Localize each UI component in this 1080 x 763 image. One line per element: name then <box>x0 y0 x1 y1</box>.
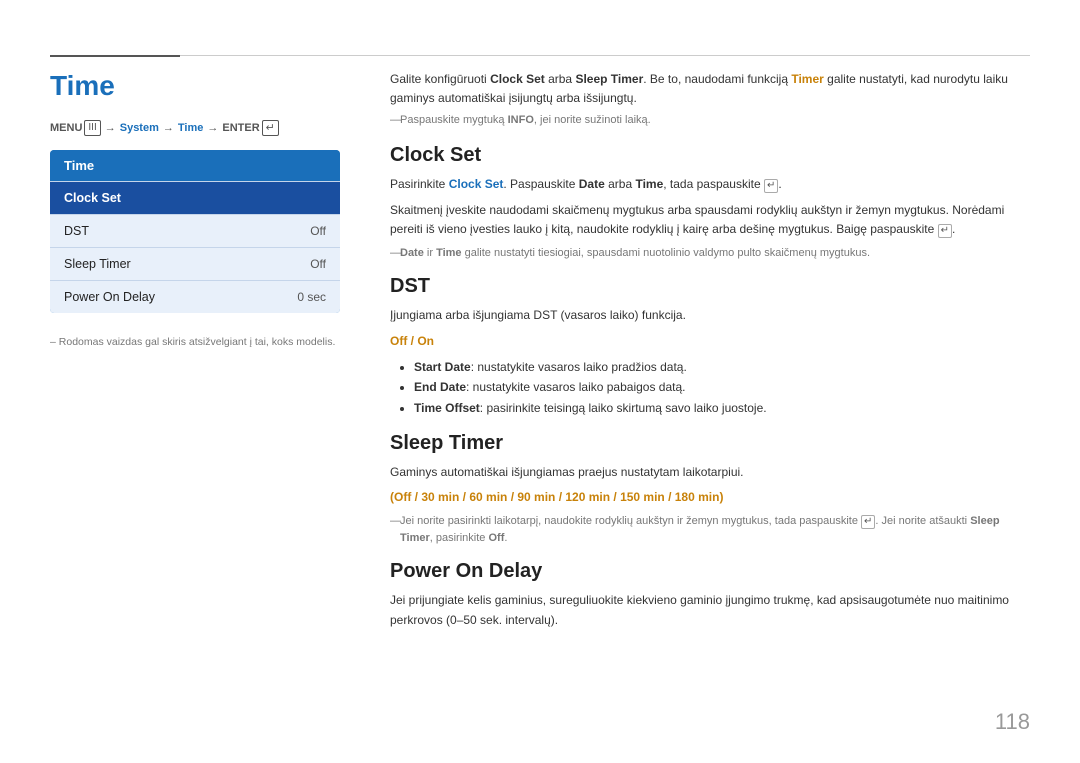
page-title: Time <box>50 70 360 102</box>
cs-ref1: Clock Set <box>449 177 504 191</box>
dst-value: Off <box>310 224 326 238</box>
dst-bullet-1: Start Date: nustatykite vasaros laiko pr… <box>414 357 1030 377</box>
left-column: Time MENU III → System → Time → ENTER ↵ … <box>50 70 360 351</box>
right-column: Galite konfigūruoti Clock Set arba Sleep… <box>390 70 1030 636</box>
dst-options: Off / On <box>390 334 434 348</box>
dst-off-on: Off / On <box>390 332 1030 351</box>
enter-label: ENTER <box>222 122 259 134</box>
clock-set-section-title: Clock Set <box>390 144 1030 167</box>
cs-enter2: ↵ <box>938 224 952 238</box>
sleep-timer-body1: Gaminys automatiškai išjungiamas praejus… <box>390 463 1030 482</box>
menu-item-power-on-delay[interactable]: Power On Delay 0 sec <box>50 280 340 313</box>
footnote-dash: – <box>50 336 59 348</box>
intro-paragraph: Galite konfigūruoti Clock Set arba Sleep… <box>390 70 1030 108</box>
intro-note: Paspauskite mygtuką INFO, jei norite suž… <box>390 114 1030 126</box>
top-divider <box>50 55 1030 56</box>
top-divider-accent <box>50 55 180 57</box>
clock-set-note: Date ir Time galite nustatyti tiesiogiai… <box>390 245 1030 262</box>
system-link: System <box>120 122 159 134</box>
clock-set-label: Clock Set <box>64 191 121 205</box>
power-on-delay-label: Power On Delay <box>64 290 155 304</box>
dst-bullet-list: Start Date: nustatykite vasaros laiko pr… <box>390 357 1030 418</box>
timer-ref: Timer <box>791 72 823 86</box>
end-date-label: End Date <box>414 380 466 394</box>
date-ref2: Date <box>400 247 424 259</box>
dst-body1: Įjungiama arba išjungiama DST (vasaros l… <box>390 306 1030 325</box>
footnote-text: Rodomas vaizdas gal skiris atsižvelgiant… <box>59 336 336 348</box>
power-on-delay-section-title: Power On Delay <box>390 560 1030 583</box>
menu-path: MENU III → System → Time → ENTER ↵ <box>50 120 360 136</box>
page-container: Time MENU III → System → Time → ENTER ↵ … <box>0 0 1080 763</box>
sleep-timer-label: Sleep Timer <box>64 257 131 271</box>
cs-time-ref: Time <box>635 177 663 191</box>
clock-set-body2: Skaitmenį įveskite naudodami skaičmenų m… <box>390 201 1030 239</box>
page-number: 118 <box>995 709 1030 735</box>
cs-enter1: ↵ <box>764 179 778 193</box>
menu-item-clock-set[interactable]: Clock Set <box>50 181 340 214</box>
dst-bullet-2: End Date: nustatykite vasaros laiko paba… <box>414 377 1030 397</box>
power-on-delay-value: 0 sec <box>297 290 326 304</box>
sleep-timer-section-title: Sleep Timer <box>390 432 1030 455</box>
time-offset-label: Time Offset <box>414 401 480 415</box>
time-ref2: Time <box>436 247 461 259</box>
sleep-timer-values: (Off / 30 min / 60 min / 90 min / 120 mi… <box>390 490 723 504</box>
clock-set-ref: Clock Set <box>490 72 545 86</box>
sleep-timer-options: (Off / 30 min / 60 min / 90 min / 120 mi… <box>390 488 1030 507</box>
power-on-delay-body1: Jei prijungiate kelis gaminius, sureguli… <box>390 591 1030 629</box>
sleep-timer-ref: Sleep Timer <box>575 72 643 86</box>
menu-box-header: Time <box>50 150 340 181</box>
menu-item-sleep-timer[interactable]: Sleep Timer Off <box>50 247 340 280</box>
dst-bullet-3: Time Offset: pasirinkite teisingą laiko … <box>414 398 1030 418</box>
clock-set-body1: Pasirinkite Clock Set. Paspauskite Date … <box>390 175 1030 194</box>
dst-section-title: DST <box>390 275 1030 298</box>
arrow1: → <box>105 122 116 134</box>
arrow2: → <box>163 122 174 134</box>
menu-box: Time Clock Set DST Off Sleep Timer Off P… <box>50 150 340 313</box>
cs-date-ref: Date <box>579 177 605 191</box>
sleep-timer-value: Off <box>310 257 326 271</box>
sleep-timer-note: Jei norite pasirinkti laikotarpį, naudok… <box>390 513 1030 546</box>
arrow3: → <box>207 122 218 134</box>
left-footnote: – Rodomas vaizdas gal skiris atsižvelgia… <box>50 335 360 351</box>
start-date-label: Start Date <box>414 360 471 374</box>
st-enter: ↵ <box>861 515 875 529</box>
time-link: Time <box>178 122 203 134</box>
st-off-ref: Off <box>488 532 504 544</box>
enter-icon: ↵ <box>262 120 279 136</box>
info-ref: INFO <box>508 114 534 126</box>
menu-word: MENU <box>50 122 82 134</box>
dst-label: DST <box>64 224 89 238</box>
menu-item-dst[interactable]: DST Off <box>50 214 340 247</box>
menu-box-icon: III <box>84 120 100 136</box>
